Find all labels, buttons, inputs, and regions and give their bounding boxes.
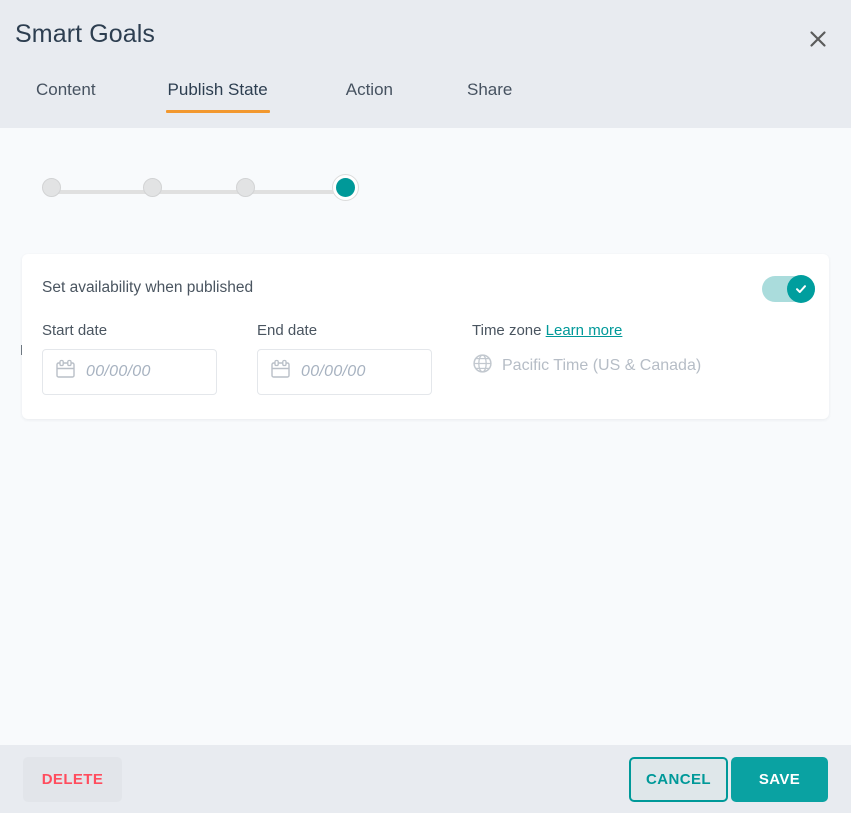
start-date-label: Start date	[42, 322, 217, 339]
end-date-field: End date 00/00/00	[257, 322, 432, 395]
delete-button[interactable]: DELETE	[23, 757, 122, 802]
timezone-field: Time zone Learn more Pacific Time (US & …	[472, 322, 701, 383]
dialog-header: Smart Goals Content Publish State Action…	[0, 0, 851, 128]
dialog-body: Hidden Demo Draft Published Set availabi…	[0, 128, 851, 745]
availability-title: Set availability when published	[42, 279, 253, 297]
availability-toggle[interactable]	[762, 276, 815, 302]
step-dot-draft[interactable]	[236, 178, 255, 197]
learn-more-link[interactable]: Learn more	[546, 322, 623, 339]
close-button[interactable]	[803, 24, 833, 54]
check-icon	[794, 282, 808, 296]
globe-icon	[472, 353, 493, 379]
tab-action[interactable]: Action	[346, 72, 393, 120]
stepper-track	[51, 190, 353, 194]
cancel-button[interactable]: CANCEL	[629, 757, 728, 802]
page-title: Smart Goals	[15, 20, 155, 49]
tab-bar: Content Publish State Action Share	[0, 72, 584, 128]
timezone-value: Pacific Time (US & Canada)	[502, 357, 701, 375]
calendar-icon	[270, 359, 291, 385]
publish-state-stepper	[42, 178, 362, 206]
start-date-field: Start date 00/00/00	[42, 322, 217, 395]
dialog-footer: DELETE CANCEL SAVE	[0, 745, 851, 813]
step-dot-demo[interactable]	[143, 178, 162, 197]
calendar-icon	[55, 359, 76, 385]
tab-publish-state[interactable]: Publish State	[168, 72, 268, 120]
step-dot-published[interactable]	[332, 174, 359, 201]
tab-label: Action	[346, 80, 393, 99]
toggle-knob	[787, 275, 815, 303]
tab-label: Share	[467, 80, 512, 99]
step-dot-hidden[interactable]	[42, 178, 61, 197]
timezone-value-row[interactable]: Pacific Time (US & Canada)	[472, 349, 701, 383]
availability-card: Set availability when published Start da…	[22, 254, 829, 419]
tab-label: Publish State	[168, 80, 268, 99]
end-date-placeholder: 00/00/00	[301, 363, 366, 381]
timezone-header: Time zone Learn more	[472, 322, 701, 339]
close-icon	[809, 30, 827, 48]
start-date-placeholder: 00/00/00	[86, 363, 151, 381]
tab-content[interactable]: Content	[36, 72, 96, 120]
end-date-input[interactable]: 00/00/00	[257, 349, 432, 395]
start-date-input[interactable]: 00/00/00	[42, 349, 217, 395]
end-date-label: End date	[257, 322, 432, 339]
tab-share[interactable]: Share	[467, 72, 512, 120]
tab-label: Content	[36, 80, 96, 99]
save-button[interactable]: SAVE	[731, 757, 828, 802]
timezone-label: Time zone	[472, 322, 541, 339]
